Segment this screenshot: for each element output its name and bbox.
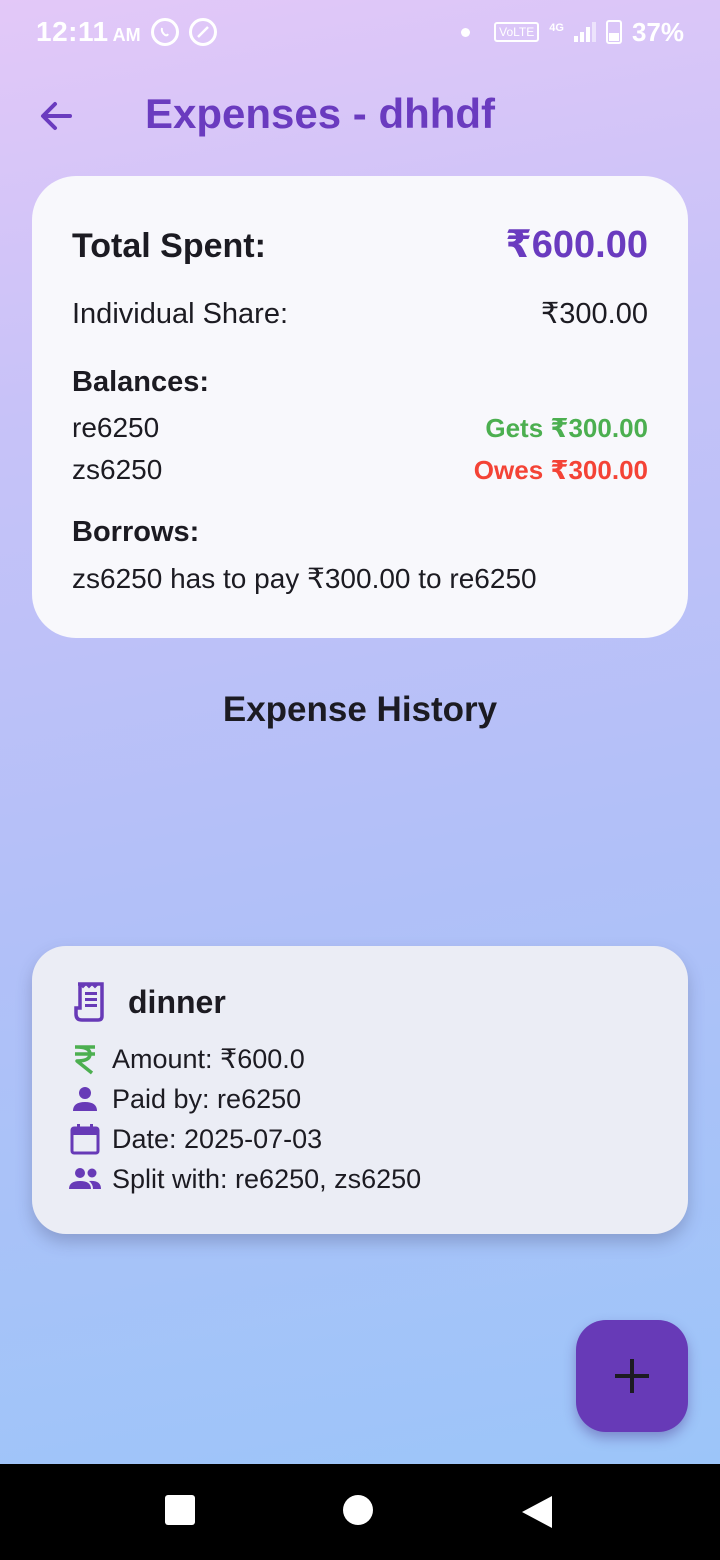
calendar-icon: [68, 1122, 102, 1156]
battery-icon: [605, 20, 622, 44]
individual-share-value: ₹300.00: [540, 298, 648, 330]
app-bar: Expenses - dhhdf: [0, 76, 720, 156]
notification-dot-icon: [461, 27, 471, 37]
balance-row: zs6250 Owes ₹300.00: [72, 454, 648, 486]
back-button[interactable]: [34, 94, 78, 138]
add-expense-button[interactable]: [576, 1320, 688, 1432]
total-spent-row: Total Spent: ₹600.00: [72, 222, 648, 267]
network-type: 4G: [549, 22, 564, 34]
expense-date: Date: 2025-07-03: [112, 1123, 323, 1154]
person-icon: [68, 1082, 102, 1116]
individual-share-row: Individual Share: ₹300.00: [72, 296, 648, 331]
summary-card: Total Spent: ₹600.00 Individual Share: ₹…: [32, 176, 688, 638]
status-right: VoLTE 4G 37%: [461, 17, 684, 48]
expense-amount-row: Amount: ₹600.0: [68, 1042, 305, 1076]
triangle-back-icon: [522, 1496, 552, 1528]
total-spent-value: ₹600.00: [505, 224, 648, 266]
page-title: Expenses - dhhdf: [145, 90, 496, 137]
balances-heading: Balances:: [72, 366, 210, 398]
expense-title-row: dinner: [72, 982, 226, 1022]
total-spent-label: Total Spent:: [72, 227, 266, 265]
back-nav-button[interactable]: [520, 1494, 556, 1530]
circle-icon: [343, 1495, 373, 1525]
receipt-icon: [74, 982, 104, 1022]
expense-card[interactable]: dinner Amount: ₹600.0 Paid by: re6250 Da…: [32, 946, 688, 1234]
expense-paid-by: Paid by: re6250: [112, 1083, 302, 1114]
balance-row: re6250 Gets ₹300.00: [72, 412, 648, 444]
whatsapp-icon: [150, 18, 179, 46]
balance-name: re6250: [72, 412, 160, 443]
expense-split-row: Split with: re6250, zs6250: [68, 1162, 421, 1196]
expense-split-with: Split with: re6250, zs6250: [112, 1163, 422, 1194]
expense-amount: Amount: ₹600.0: [112, 1043, 305, 1074]
balance-status-gets: Gets ₹300.00: [485, 413, 648, 443]
expense-paid-by-row: Paid by: re6250: [68, 1082, 301, 1116]
balance-name: zs6250: [72, 454, 163, 485]
status-time: 12:11: [36, 16, 109, 47]
borrows-heading: Borrows:: [72, 516, 200, 548]
volte-badge: VoLTE: [494, 22, 540, 42]
status-ampm: AM: [112, 24, 141, 45]
system-nav-bar: [0, 1464, 720, 1560]
borrow-item: zs6250 has to pay ₹300.00 to re6250: [72, 563, 537, 594]
arrow-back-icon: [41, 102, 72, 130]
rupee-icon: [68, 1042, 102, 1076]
individual-share-label: Individual Share:: [72, 298, 289, 330]
square-icon: [165, 1495, 195, 1525]
status-bar: 12:11 AM VoLTE 4G 37%: [0, 0, 720, 64]
status-left: 12:11 AM: [36, 16, 217, 48]
expense-title: dinner: [128, 983, 226, 1020]
expense-history-title: Expense History: [222, 690, 498, 729]
add-icon: [615, 1359, 649, 1393]
recents-button[interactable]: [164, 1494, 200, 1530]
expense-date-row: Date: 2025-07-03: [68, 1122, 322, 1156]
home-button[interactable]: [342, 1494, 378, 1530]
group-icon: [68, 1162, 102, 1196]
signal-icon: [573, 22, 596, 42]
data-saver-icon: [188, 18, 217, 46]
balance-status-owes: Owes ₹300.00: [473, 455, 648, 485]
battery-percent: 37%: [631, 16, 684, 47]
